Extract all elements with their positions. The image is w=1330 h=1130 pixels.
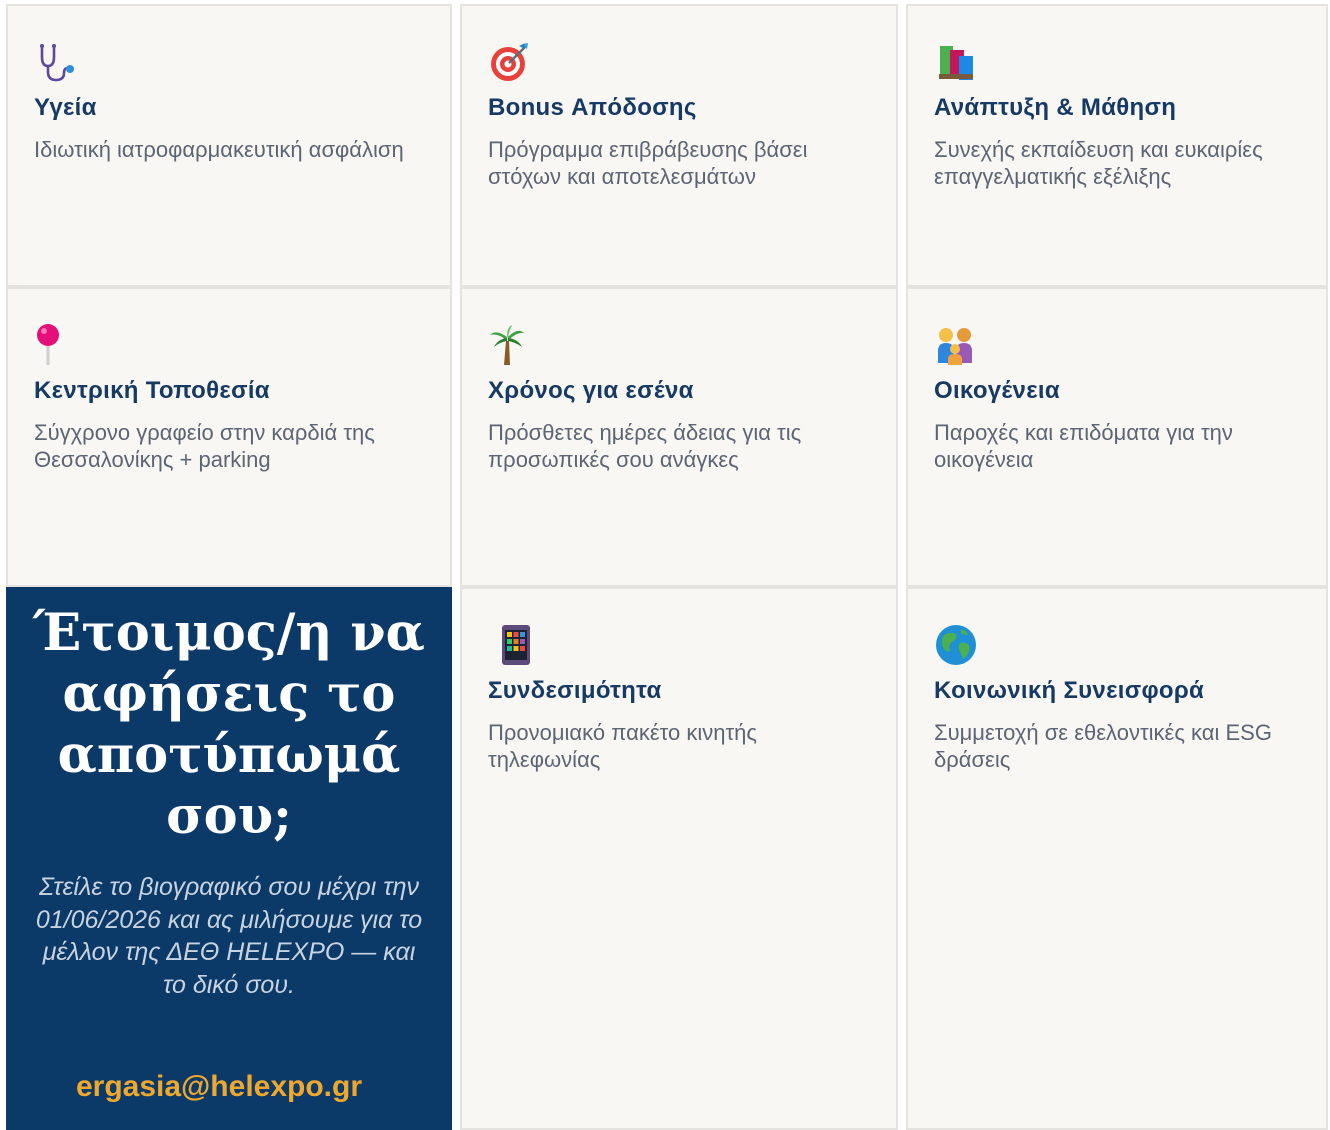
pushpin-icon: [37, 324, 59, 365]
family-icon: [938, 328, 972, 365]
benefit-title: Bonus Απόδοσης: [488, 94, 697, 121]
benefit-description: Συνεχής εκπαίδευση και ευκαιρίες επαγγελ…: [934, 137, 1263, 189]
benefit-title: Χρόνος για εσένα: [488, 377, 694, 404]
benefit-card-connectivity: Συνδεσιμότητα Προνομιακό πακέτο κινητής …: [460, 587, 898, 1130]
benefit-description: Πρόσθετες ημέρες άδειας για τις προσωπικ…: [488, 420, 802, 472]
benefit-description: Συμμετοχή σε εθελοντικές και ESG δράσεις: [934, 720, 1272, 772]
benefit-card-learning: Ανάπτυξη & Μάθηση Συνεχής εκπαίδευση και…: [906, 4, 1328, 287]
benefit-title: Ανάπτυξη & Μάθηση: [934, 94, 1177, 121]
benefit-title: Κοινωνική Συνεισφορά: [934, 677, 1205, 704]
benefit-card-health: Υγεία Ιδιωτική ιατροφαρμακευτική ασφάλισ…: [6, 4, 452, 287]
apply-call-to-action: Έτοιμος/η να αφήσεις το αποτύπωμά σου; Σ…: [6, 587, 452, 1130]
cta-body: Στείλε το βιογραφικό σου μέχρι την 01/06…: [35, 873, 423, 999]
benefit-description: Ιδιωτική ιατροφαρμακευτική ασφάλιση: [34, 137, 404, 162]
benefit-title: Κεντρική Τοποθεσία: [34, 377, 270, 404]
cta-heading: Έτοιμος/η να αφήσεις το αποτύπωμά σου;: [33, 603, 425, 846]
benefit-description: Σύγχρονο γραφείο στην καρδιά της Θεσσαλο…: [34, 420, 375, 472]
benefit-card-social: Κοινωνική Συνεισφορά Συμμετοχή σε εθελον…: [906, 587, 1328, 1130]
benefit-description: Παροχές και επιδόματα για την οικογένεια: [934, 420, 1233, 472]
benefit-card-location: Κεντρική Τοποθεσία Σύγχρονο γραφείο στην…: [6, 287, 452, 587]
benefit-description: Πρόγραμμα επιβράβευσης βάσει στόχων και …: [488, 137, 808, 189]
benefit-card-time-off: Χρόνος για εσένα Πρόσθετες ημέρες άδειας…: [460, 287, 898, 587]
benefit-description: Προνομιακό πακέτο κινητής τηλεφωνίας: [488, 720, 758, 772]
benefit-card-family: Οικογένεια Παροχές και επιδόματα για την…: [906, 287, 1328, 587]
benefit-card-bonus: Bonus Απόδοσης Πρόγραμμα επιβράβευσης βά…: [460, 4, 898, 287]
books-icon: [939, 46, 973, 80]
mobile-phone-icon: [502, 625, 530, 665]
stethoscope-icon: [40, 44, 74, 82]
target-icon: [491, 43, 528, 81]
email-link[interactable]: ergasia@helexpo.gr: [6, 1070, 432, 1104]
palm-tree-icon: [490, 325, 524, 365]
globe-icon: [936, 625, 976, 665]
benefit-title: Οικογένεια: [934, 377, 1060, 404]
benefit-title: Συνδεσιμότητα: [488, 677, 662, 704]
benefit-title: Υγεία: [34, 94, 97, 121]
